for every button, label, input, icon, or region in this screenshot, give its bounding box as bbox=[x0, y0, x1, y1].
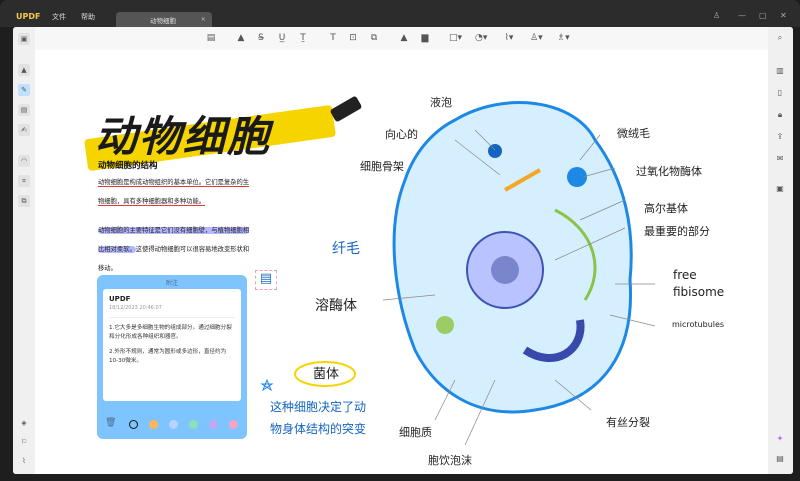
ocr-icon[interactable]: ◠ bbox=[18, 155, 30, 167]
email-icon[interactable]: ✉ bbox=[774, 153, 786, 165]
handwritten-note-line-1: 这种细胞决定了动 bbox=[270, 400, 367, 414]
attachment-icon[interactable]: ⌇ bbox=[18, 455, 30, 467]
bookmark-icon[interactable]: ⚐ bbox=[18, 436, 30, 448]
close-button[interactable]: ✕ bbox=[780, 11, 787, 20]
star-doodle bbox=[260, 378, 274, 392]
label-peroxisome: 过氧化物酶体 bbox=[636, 165, 702, 178]
edit-pdf-icon[interactable]: ▤ bbox=[18, 104, 30, 116]
document-tab[interactable]: 动物细胞 × bbox=[116, 12, 212, 27]
share-icon[interactable]: ⇪ bbox=[774, 131, 786, 143]
vacuole-shape bbox=[488, 144, 502, 158]
minimize-button[interactable]: — bbox=[738, 11, 746, 20]
label-centriole: 向心的 bbox=[385, 128, 418, 141]
annotation-toolbar: ▤ ▲ S̶ U̲ T̰ T ⊡ ⧉ ▲ ▆ □▾ ◔▾ ⌇▾ ♙▾ ♗▾ bbox=[35, 27, 768, 50]
app-frame: ▣ ▲ ✎ ▤ ✍ ◠ ⌗ ⧉ ◈ ⚐ ⌇ ▤ ▲ S̶ U̲ T̰ T ⊡ ⧉… bbox=[13, 27, 793, 474]
form-icon[interactable]: ✍ bbox=[18, 124, 30, 136]
tab-title: 动物细胞 bbox=[150, 17, 176, 25]
app-logo: UPDF bbox=[16, 12, 41, 21]
reader-icon[interactable]: ▲ bbox=[18, 64, 30, 76]
comment-mode-icon[interactable]: ✎ bbox=[18, 84, 30, 96]
bacteria-shape bbox=[436, 316, 454, 334]
strikethrough-icon[interactable]: S̶ bbox=[255, 32, 267, 44]
sticker-icon[interactable]: ◔▾ bbox=[475, 32, 487, 44]
stamp-icon[interactable]: ♙▾ bbox=[530, 32, 543, 44]
ai-assistant-icon[interactable]: ✦ bbox=[774, 433, 786, 445]
label-vacuole: 液泡 bbox=[430, 96, 452, 109]
menu-file[interactable]: 文件 bbox=[52, 12, 66, 22]
label-important: 最重要的部分 bbox=[644, 225, 710, 238]
tab-close-icon[interactable]: × bbox=[201, 15, 206, 23]
protect-icon[interactable]: 🔒︎ bbox=[774, 109, 786, 121]
label-cytoplasm: 细胞质 bbox=[399, 426, 432, 439]
label-golgi: 高尔基体 bbox=[644, 202, 688, 215]
left-sidebar: ▣ ▲ ✎ ▤ ✍ ◠ ⌗ ⧉ ◈ ⚐ ⌇ bbox=[13, 27, 35, 474]
pdf-a-icon[interactable]: ▯ bbox=[774, 87, 786, 99]
label-lysosome: 溶酶体 bbox=[315, 298, 357, 314]
attachment-icon[interactable]: ⌇▾ bbox=[503, 32, 515, 44]
handwritten-note-line-2: 物身体结构的突变 bbox=[270, 422, 367, 436]
eraser-icon[interactable]: ▆ bbox=[419, 32, 431, 44]
convert-icon[interactable]: ▥ bbox=[774, 65, 786, 77]
layers-icon[interactable]: ◈ bbox=[18, 417, 30, 429]
right-sidebar: ⌕ ▥ ▯ 🔒︎ ⇪ ✉ ▣ ✦ ▤ bbox=[768, 27, 793, 474]
shape-icon[interactable]: □▾ bbox=[449, 32, 462, 44]
label-ribosome-2: fibisome bbox=[673, 285, 725, 299]
signature-icon[interactable]: ♗▾ bbox=[557, 32, 570, 44]
label-pinocytosis: 胞饮泡沫 bbox=[428, 454, 472, 467]
pencil-icon[interactable]: ▲ bbox=[398, 32, 410, 44]
text-callout-icon[interactable]: ⧉ bbox=[368, 32, 380, 44]
comments-panel-icon[interactable]: ▤ bbox=[774, 453, 786, 465]
label-mitosis: 有丝分裂 bbox=[606, 416, 650, 429]
text-icon[interactable]: T bbox=[327, 32, 339, 44]
save-icon[interactable]: ▣ bbox=[774, 183, 786, 195]
search-icon[interactable]: ⌕ bbox=[774, 32, 786, 44]
highlight-icon[interactable]: ▲ bbox=[235, 32, 247, 44]
label-bacteria: 菌体 bbox=[313, 367, 340, 382]
comment-icon[interactable]: ▤ bbox=[205, 32, 217, 44]
organize-pages-icon[interactable]: ⧉ bbox=[18, 195, 30, 207]
cell-diagram bbox=[260, 101, 656, 446]
document-canvas: 动物细胞 动物细胞的结构 动物细胞是构成动物组织的基本单位。它们是复杂的生 物细… bbox=[35, 50, 768, 474]
nucleolus bbox=[491, 256, 519, 284]
squiggly-icon[interactable]: T̰ bbox=[297, 32, 309, 44]
label-ribosome-1: free bbox=[673, 268, 697, 282]
crop-icon[interactable]: ⌗ bbox=[18, 175, 30, 187]
maximize-button[interactable]: ▢ bbox=[759, 11, 767, 20]
user-icon[interactable]: ♙ bbox=[713, 11, 720, 20]
thumbnail-icon[interactable]: ▣ bbox=[18, 33, 30, 45]
menu-help[interactable]: 帮助 bbox=[81, 12, 95, 22]
label-microtubules: microtubules bbox=[672, 320, 725, 329]
label-microvilli: 微绒毛 bbox=[617, 127, 650, 140]
label-cilia: 纤毛 bbox=[332, 241, 360, 257]
textbox-icon[interactable]: ⊡ bbox=[347, 32, 359, 44]
underline-icon[interactable]: U̲ bbox=[276, 32, 288, 44]
title-bar: UPDF 文件 帮助 动物细胞 × ♙ — ▢ ✕ bbox=[0, 0, 800, 27]
label-cytoskeleton: 细胞骨架 bbox=[360, 160, 404, 173]
